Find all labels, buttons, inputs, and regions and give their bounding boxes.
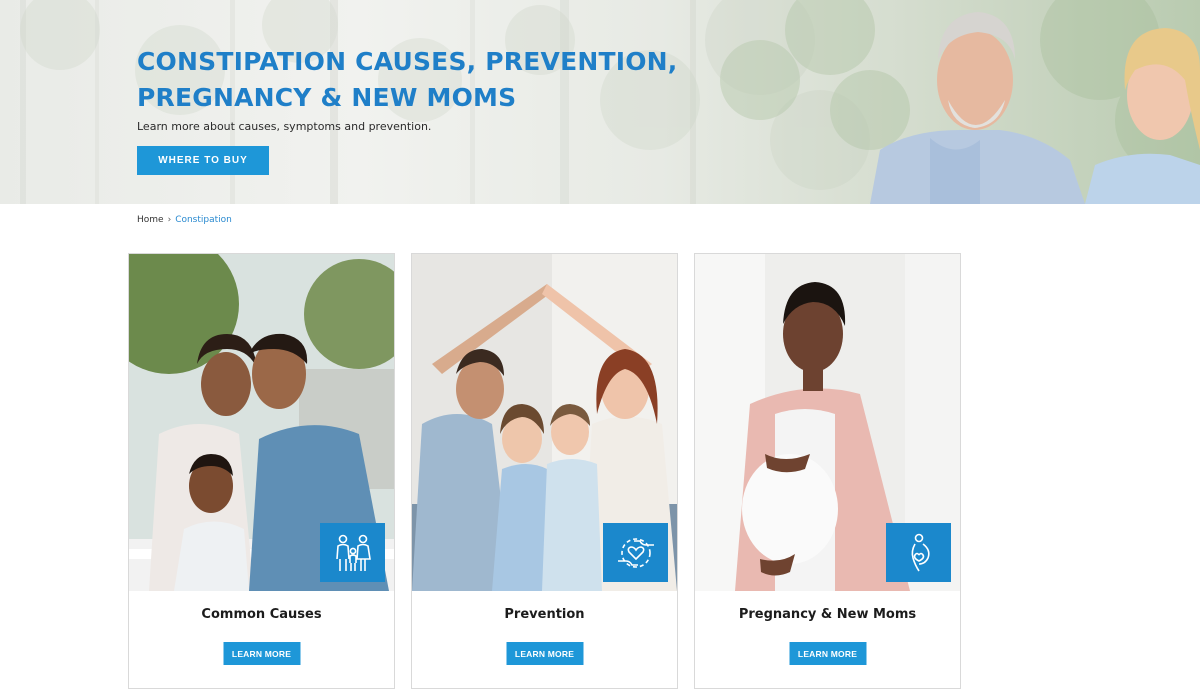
hero-couple-photo <box>870 12 1200 204</box>
card-title: Pregnancy & New Moms <box>738 607 917 622</box>
breadcrumb: Home › Constipation <box>137 215 232 225</box>
learn-more-button[interactable]: LEARN MORE <box>506 642 583 665</box>
breadcrumb-separator: › <box>167 215 172 225</box>
breadcrumb-current: Constipation <box>175 215 232 225</box>
hands-heart-icon <box>603 523 668 582</box>
card-photo-family-roof <box>412 254 677 591</box>
page-title: CONSTIPATION CAUSES, PREVENTION, PREGNAN… <box>137 47 678 112</box>
hero-banner: CONSTIPATION CAUSES, PREVENTION, PREGNAN… <box>0 0 1200 204</box>
learn-more-button[interactable]: LEARN MORE <box>789 642 866 665</box>
card-common-causes: Common Causes LEARN MORE <box>128 253 395 689</box>
breadcrumb-home-link[interactable]: Home <box>137 215 164 225</box>
card-pregnancy-new-moms: Pregnancy & New Moms LEARN MORE <box>694 253 961 689</box>
card-photo-family <box>129 254 394 591</box>
where-to-buy-button[interactable]: WHERE TO BUY <box>137 146 269 175</box>
learn-more-button[interactable]: LEARN MORE <box>223 642 300 665</box>
family-icon <box>320 523 385 582</box>
card-prevention: Prevention LEARN MORE <box>411 253 678 689</box>
card-title: Common Causes <box>201 607 322 622</box>
hero-subtitle: Learn more about causes, symptoms and pr… <box>137 120 432 133</box>
card-title: Prevention <box>504 607 585 622</box>
card-photo-pregnant-woman <box>695 254 960 591</box>
pregnancy-icon <box>886 523 951 582</box>
